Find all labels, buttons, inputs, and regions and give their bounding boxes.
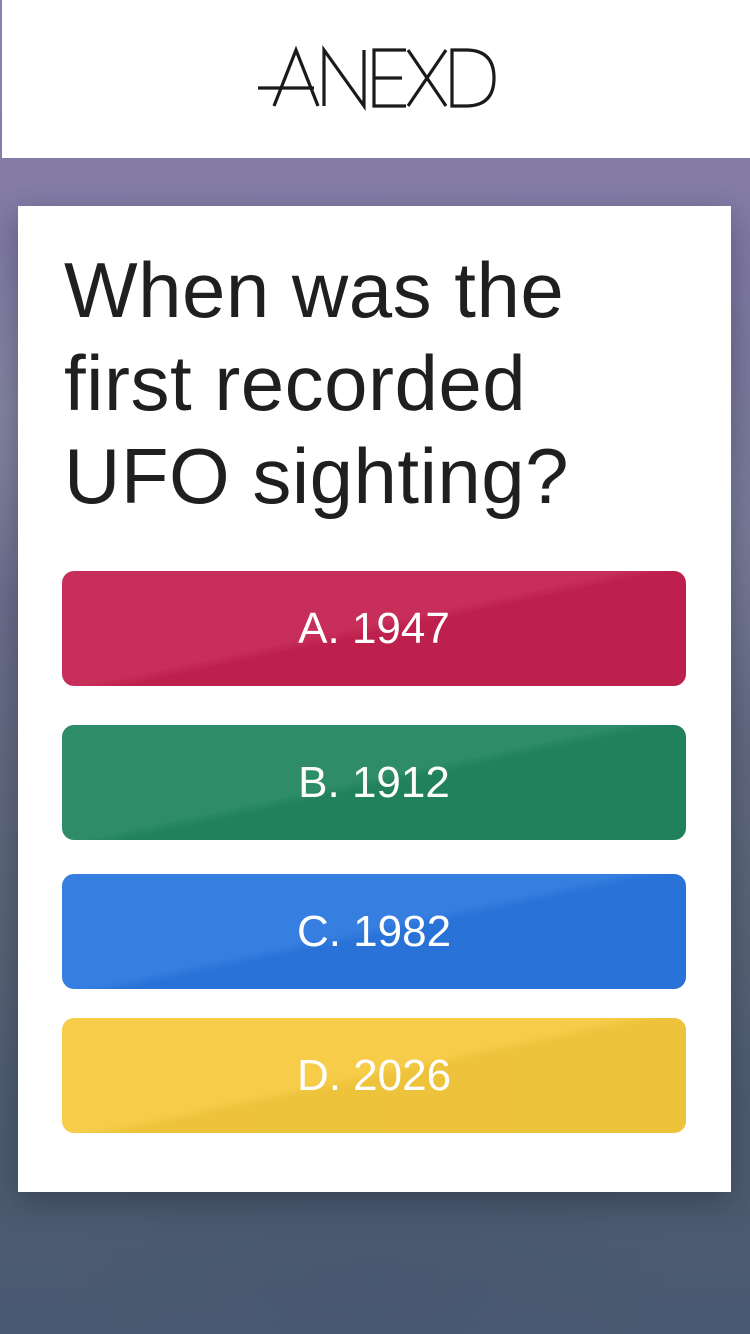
brand-logo <box>258 45 496 111</box>
answer-label: A. 1947 <box>298 603 450 653</box>
answer-button-a[interactable]: A. 1947 <box>62 571 686 686</box>
answer-button-c[interactable]: C. 1982 <box>62 874 686 989</box>
answer-label: C. 1982 <box>296 906 452 956</box>
question-card: When was the first recorded UFO sighting… <box>18 206 731 1192</box>
answer-label: B. 1912 <box>298 757 450 807</box>
app-header <box>2 0 750 158</box>
answer-button-d[interactable]: D. 2026 <box>62 1018 686 1133</box>
answer-button-b[interactable]: B. 1912 <box>62 725 686 840</box>
answer-label: D. 2026 <box>296 1050 452 1100</box>
question-text: When was the first recorded UFO sighting… <box>64 246 570 520</box>
